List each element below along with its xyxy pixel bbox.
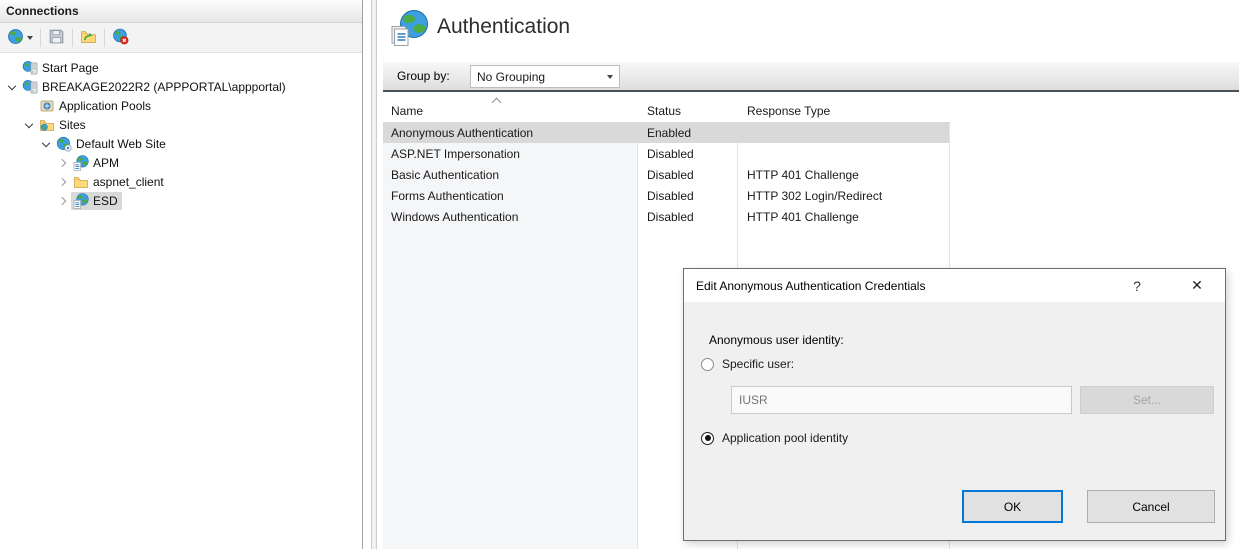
list-header: Name Status Response Type (383, 96, 950, 123)
selected-tree-node[interactable]: ESD (71, 192, 122, 210)
list-row-windows-authentication[interactable]: Windows Authentication Disabled HTTP 401… (383, 206, 949, 227)
chevron-collapsed-icon (58, 196, 66, 204)
delete-connection-button[interactable] (109, 26, 132, 50)
edit-anonymous-credentials-dialog: Edit Anonymous Authentication Credential… (683, 268, 1226, 541)
app-pool-identity-radio-row: Application pool identity (701, 431, 848, 445)
tree-item-label: Application Pools (59, 99, 151, 113)
app-pool-identity-label: Application pool identity (722, 431, 848, 445)
dialog-title: Edit Anonymous Authentication Credential… (696, 279, 925, 293)
iis-manager-window: Connections (0, 0, 1239, 549)
toolbar-separator (104, 29, 105, 47)
group-by-label: Group by: (397, 69, 450, 83)
connections-panel-title: Connections (0, 0, 362, 23)
server-icon (22, 79, 38, 95)
toolbar-separator (72, 29, 73, 47)
dialog-titlebar[interactable]: Edit Anonymous Authentication Credential… (684, 269, 1225, 302)
tree-item-start-page[interactable]: Start Page (0, 58, 362, 77)
tree-item-label: APM (93, 156, 119, 170)
group-by-value: No Grouping (477, 70, 545, 84)
tree-item-sites[interactable]: Sites (0, 115, 362, 134)
save-connections-button[interactable] (45, 26, 68, 50)
specific-user-radio-row: Specific user: (701, 357, 794, 371)
application-pools-icon (39, 98, 55, 114)
connections-tree: Start Page BREAKAGE2022R2 (APPPORTAL\app… (0, 53, 362, 210)
list-row-basic-authentication[interactable]: Basic Authentication Disabled HTTP 401 C… (383, 164, 949, 185)
tree-item-label: ESD (93, 194, 118, 208)
tree-item-label: Start Page (42, 61, 99, 75)
toolbar-separator (40, 29, 41, 47)
chevron-down-icon (607, 75, 613, 79)
column-header-status[interactable]: Status (637, 96, 737, 122)
chevron-expanded-icon (25, 119, 33, 127)
column-header-name[interactable]: Name (383, 96, 637, 122)
globe-disconnect-icon (112, 28, 129, 48)
set-button[interactable]: Set... (1080, 386, 1214, 414)
create-connection-button[interactable] (4, 26, 36, 50)
globe-connect-icon (7, 28, 24, 48)
help-button[interactable]: ? (1121, 269, 1153, 302)
page-title: Authentication (437, 15, 570, 39)
tree-item-label: Sites (59, 118, 86, 132)
connections-panel: Connections (0, 0, 363, 549)
specific-user-radio[interactable] (701, 358, 714, 371)
chevron-down-icon (27, 36, 33, 40)
up-level-button[interactable] (77, 26, 100, 50)
chevron-collapsed-icon (58, 177, 66, 185)
start-page-icon (22, 60, 38, 76)
list-row-aspnet-impersonation[interactable]: ASP.NET Impersonation Disabled (383, 143, 949, 164)
tree-item-server[interactable]: BREAKAGE2022R2 (APPPORTAL\appportal) (0, 77, 362, 96)
tree-item-label: aspnet_client (93, 175, 164, 189)
sort-ascending-icon (492, 98, 502, 108)
sites-folder-icon (39, 117, 55, 133)
connections-toolbar (0, 23, 362, 53)
column-header-response-type[interactable]: Response Type (737, 96, 950, 122)
tree-item-apm[interactable]: APM (0, 153, 362, 172)
tree-item-esd[interactable]: ESD (0, 191, 362, 210)
app-pool-identity-radio[interactable] (701, 432, 714, 445)
specific-user-input[interactable]: IUSR (731, 386, 1072, 414)
chevron-expanded-icon (8, 81, 16, 89)
tree-item-label: Default Web Site (76, 137, 166, 151)
application-icon (73, 193, 89, 209)
anonymous-user-identity-label: Anonymous user identity: (709, 333, 844, 347)
folder-icon (73, 174, 89, 190)
tree-item-label: BREAKAGE2022R2 (APPPORTAL\appportal) (42, 80, 286, 94)
authentication-page-icon (390, 9, 430, 52)
chevron-expanded-icon (42, 138, 50, 146)
list-row-forms-authentication[interactable]: Forms Authentication Disabled HTTP 302 L… (383, 185, 949, 206)
group-by-toolbar: Group by: No Grouping (383, 62, 1239, 92)
website-icon (56, 136, 72, 152)
specific-user-label: Specific user: (722, 357, 794, 371)
cancel-button[interactable]: Cancel (1087, 490, 1215, 523)
tree-item-application-pools[interactable]: Application Pools (0, 96, 362, 115)
tree-item-default-web-site[interactable]: Default Web Site (0, 134, 362, 153)
tree-item-aspnet-client[interactable]: aspnet_client (0, 172, 362, 191)
chevron-collapsed-icon (58, 158, 66, 166)
group-by-select[interactable]: No Grouping (470, 65, 620, 88)
panel-splitter[interactable] (371, 0, 377, 549)
folder-arrow-icon (80, 28, 97, 48)
list-row-anonymous-authentication[interactable]: Anonymous Authentication Enabled (383, 122, 949, 143)
floppy-disk-icon (48, 28, 65, 48)
close-icon[interactable]: ✕ (1177, 269, 1217, 302)
application-icon (73, 155, 89, 171)
ok-button[interactable]: OK (962, 490, 1063, 523)
